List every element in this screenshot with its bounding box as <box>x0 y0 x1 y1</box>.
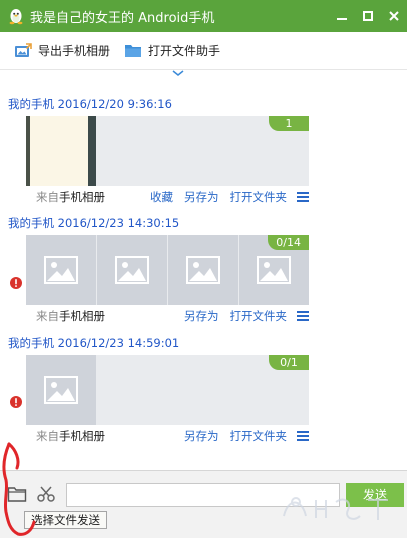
error-icon[interactable] <box>10 396 22 408</box>
input-bar: 发送 选择文件发送 <box>0 470 407 538</box>
image-count-badge: 1 <box>269 116 309 131</box>
image-count-badge: 0/14 <box>268 235 309 250</box>
load-more-chevron-icon[interactable] <box>172 70 184 76</box>
card-actions: 另存为 打开文件夹 <box>173 308 309 324</box>
image-placeholder-icon <box>115 256 149 284</box>
source-label: 来自手机相册 <box>36 189 105 205</box>
favorite-link[interactable]: 收藏 <box>150 189 173 205</box>
screenshot-scissors-icon[interactable] <box>36 485 56 503</box>
source-prefix: 来自 <box>36 429 59 443</box>
send-file-folder-icon[interactable] <box>7 485 27 503</box>
title-bar[interactable]: 我是自己的女王的 Android手机 <box>0 0 407 32</box>
card-footer: 来自手机相册 另存为 打开文件夹 <box>26 306 309 326</box>
open-file-assistant-label: 打开文件助手 <box>148 44 221 58</box>
save-as-link[interactable]: 另存为 <box>184 189 219 205</box>
card-actions: 收藏 另存为 打开文件夹 <box>139 189 309 205</box>
message-sender: 我的手机 2016/12/23 14:30:15 <box>8 216 180 230</box>
send-button[interactable]: 发送 <box>346 483 404 507</box>
card-footer: 来自手机相册 收藏 另存为 打开文件夹 <box>26 187 309 207</box>
message-input[interactable] <box>66 483 340 507</box>
close-icon <box>389 11 399 21</box>
source-label: 来自手机相册 <box>36 308 105 324</box>
source-prefix: 来自 <box>36 309 59 323</box>
open-folder-link[interactable]: 打开文件夹 <box>230 428 288 444</box>
image-card[interactable]: 0/1 <box>26 355 309 425</box>
image-thumbnail[interactable] <box>168 235 238 305</box>
window-title: 我是自己的女王的 Android手机 <box>30 10 215 26</box>
toolbar: 导出手机相册 打开文件助手 <box>0 32 407 70</box>
export-album-button[interactable]: 导出手机相册 <box>14 42 110 59</box>
image-placeholder-icon <box>44 256 78 284</box>
menu-icon[interactable] <box>297 431 309 441</box>
message-list[interactable]: 我的手机 2016/12/20 9:36:16 1 来自手机相册 收藏 另存为 … <box>0 70 407 470</box>
app-window: 我是自己的女王的 Android手机 导出手机相册 打开文件助手 我的手机 20… <box>0 0 407 538</box>
window-controls <box>329 0 407 32</box>
send-file-tooltip: 选择文件发送 <box>24 511 107 529</box>
message-sender: 我的手机 2016/12/23 14:59:01 <box>8 336 180 350</box>
open-folder-link[interactable]: 打开文件夹 <box>230 308 288 324</box>
source-label: 来自手机相册 <box>36 428 105 444</box>
maximize-icon <box>363 11 373 21</box>
card-actions: 另存为 打开文件夹 <box>173 428 309 444</box>
source-name: 手机相册 <box>59 429 105 443</box>
source-name: 手机相册 <box>59 190 105 204</box>
image-card[interactable]: 1 <box>26 116 309 186</box>
image-thumbnail[interactable] <box>26 355 96 425</box>
image-thumbnail[interactable] <box>26 235 96 305</box>
minimize-icon <box>337 18 347 20</box>
source-name: 手机相册 <box>59 309 105 323</box>
message-sender: 我的手机 2016/12/20 9:36:16 <box>8 97 172 111</box>
save-as-link[interactable]: 另存为 <box>184 308 219 324</box>
export-album-label: 导出手机相册 <box>38 44 111 58</box>
image-placeholder-icon <box>257 256 291 284</box>
open-folder-link[interactable]: 打开文件夹 <box>230 189 288 205</box>
image-card[interactable]: 0/14 <box>26 235 309 305</box>
open-file-assistant-button[interactable]: 打开文件助手 <box>124 42 220 59</box>
image-thumbnail[interactable] <box>97 235 167 305</box>
qq-penguin-icon <box>9 9 23 25</box>
save-as-link[interactable]: 另存为 <box>184 428 219 444</box>
folder-icon <box>125 45 142 57</box>
maximize-button[interactable] <box>355 0 381 32</box>
menu-icon[interactable] <box>297 311 309 321</box>
source-prefix: 来自 <box>36 190 59 204</box>
image-placeholder-icon <box>44 376 78 404</box>
menu-icon[interactable] <box>297 192 309 202</box>
image-thumbnail[interactable] <box>26 116 96 186</box>
card-footer: 来自手机相册 另存为 打开文件夹 <box>26 426 309 446</box>
image-placeholder-icon <box>186 256 220 284</box>
image-count-badge: 0/1 <box>269 355 309 370</box>
minimize-button[interactable] <box>329 0 355 32</box>
error-icon[interactable] <box>10 277 22 289</box>
close-button[interactable] <box>381 0 407 32</box>
export-album-icon <box>15 42 32 57</box>
